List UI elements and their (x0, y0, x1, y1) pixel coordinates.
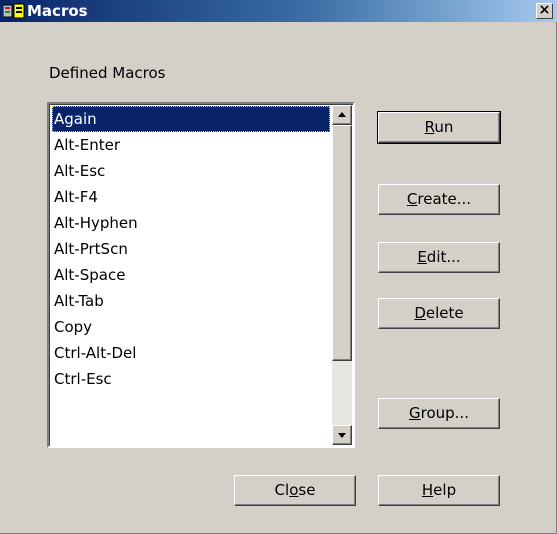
list-item-alt-hyphen[interactable]: Alt-Hyphen (52, 210, 330, 236)
edit-mnemonic: E (417, 248, 427, 266)
list-item-ctrl-alt-del[interactable]: Ctrl-Alt-Del (52, 340, 330, 366)
create-mnemonic: C (406, 190, 418, 208)
close-window-button[interactable]: × (536, 3, 553, 19)
macro-list[interactable]: Again Alt-Enter Alt-Esc Alt-F4 Alt-Hyphe… (47, 102, 355, 448)
delete-mnemonic: D (414, 304, 426, 322)
help-button[interactable]: Help (378, 475, 500, 506)
group-button[interactable]: Group... (378, 398, 500, 429)
scroll-thumb[interactable] (332, 125, 352, 361)
create-button[interactable]: Create... (378, 184, 500, 215)
help-mnemonic: H (421, 481, 434, 499)
macros-dialog: Macros × Defined Macros Again Alt-Enter … (0, 0, 557, 534)
close-mnemonic: o (289, 481, 299, 499)
list-item-alt-enter[interactable]: Alt-Enter (52, 132, 330, 158)
close-label-post: se (298, 481, 316, 499)
arrow-up-icon (338, 112, 346, 117)
group-label-post: roup... (420, 404, 469, 422)
help-label-post: elp (433, 481, 457, 499)
create-label-post: reate... (417, 190, 472, 208)
list-item-again[interactable]: Again (52, 106, 330, 132)
list-item-ctrl-esc[interactable]: Ctrl-Esc (52, 366, 330, 392)
list-scrollbar[interactable] (332, 105, 352, 445)
close-icon: × (538, 2, 551, 18)
close-label-pre: Cl (274, 481, 290, 499)
delete-label-post: elete (425, 304, 464, 322)
edit-label-post: dit... (426, 248, 461, 266)
list-item-alt-space[interactable]: Alt-Space (52, 262, 330, 288)
delete-button[interactable]: Delete (378, 298, 500, 329)
arrow-down-icon (338, 433, 346, 438)
list-item-alt-tab[interactable]: Alt-Tab (52, 288, 330, 314)
run-mnemonic: R (424, 118, 435, 136)
macro-app-icon (3, 3, 25, 19)
scroll-up-button[interactable] (332, 105, 352, 125)
scroll-down-button[interactable] (332, 425, 352, 445)
group-mnemonic: G (409, 404, 421, 422)
run-label-post: un (434, 118, 454, 136)
close-button[interactable]: Close (234, 475, 356, 506)
title-bar[interactable]: Macros × (0, 0, 557, 22)
edit-button[interactable]: Edit... (378, 242, 500, 273)
defined-macros-label: Defined Macros (49, 64, 166, 82)
window-title: Macros (27, 2, 88, 20)
list-item-alt-esc[interactable]: Alt-Esc (52, 158, 330, 184)
list-item-alt-f4[interactable]: Alt-F4 (52, 184, 330, 210)
list-item-copy[interactable]: Copy (52, 314, 330, 340)
list-item-alt-prtscn[interactable]: Alt-PrtScn (52, 236, 330, 262)
run-button[interactable]: Run (377, 111, 501, 144)
